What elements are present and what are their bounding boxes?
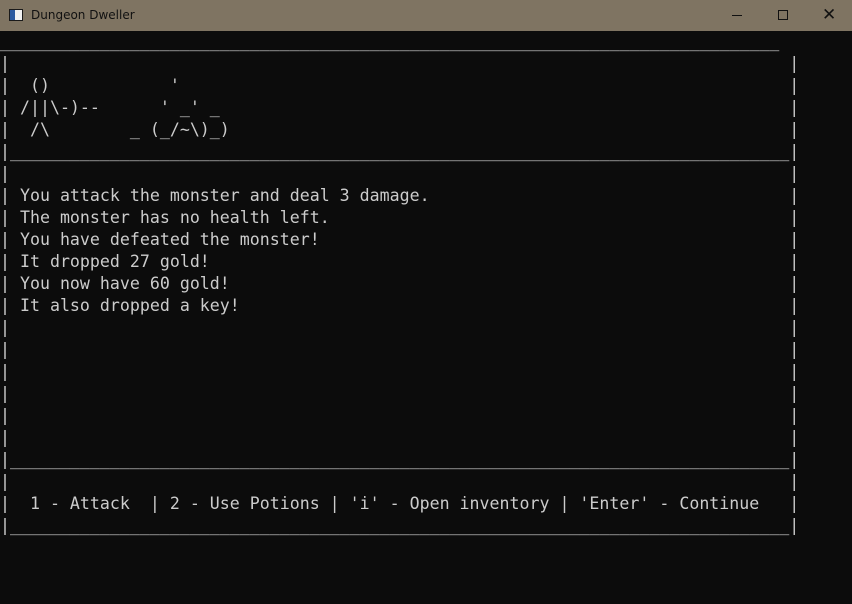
message-line: | You have defeated the monster! | bbox=[0, 230, 800, 249]
minimize-button[interactable] bbox=[714, 0, 760, 31]
message-line: | It dropped 27 gold! | bbox=[0, 252, 800, 271]
message-line: | | bbox=[0, 428, 800, 447]
console-area[interactable]: ________________________________________… bbox=[0, 31, 852, 604]
menu-line: | | bbox=[0, 472, 800, 491]
close-icon: ✕ bbox=[822, 5, 837, 25]
message-line: | | bbox=[0, 384, 800, 403]
art-line: | () ' | bbox=[0, 76, 800, 95]
message-line: | | bbox=[0, 164, 800, 183]
message-line: | The monster has no health left. | bbox=[0, 208, 800, 227]
bottom-border: |_______________________________________… bbox=[0, 516, 800, 535]
art-line: | /||\-)-- ' _' _ | bbox=[0, 98, 800, 117]
message-line: | | bbox=[0, 406, 800, 425]
art-line: | | bbox=[0, 54, 800, 73]
message-line: | You now have 60 gold! | bbox=[0, 274, 800, 293]
message-divider: |_______________________________________… bbox=[0, 450, 800, 469]
art-line: | /\ _ (_/~\)_) | bbox=[0, 120, 800, 139]
title-bar[interactable]: Dungeon Dweller ✕ bbox=[0, 0, 852, 31]
message-line: | It also dropped a key! | bbox=[0, 296, 800, 315]
minimize-icon bbox=[732, 15, 742, 16]
maximize-button[interactable] bbox=[760, 0, 806, 31]
window-title: Dungeon Dweller bbox=[31, 8, 135, 22]
command-menu: | 1 - Attack | 2 - Use Potions | 'i' - O… bbox=[0, 494, 800, 513]
console-window-icon bbox=[9, 9, 23, 21]
maximize-icon bbox=[778, 10, 788, 20]
message-line: | | bbox=[0, 362, 800, 381]
art-divider: |_______________________________________… bbox=[0, 142, 800, 161]
message-line: | | bbox=[0, 340, 800, 359]
top-border: ________________________________________… bbox=[0, 32, 780, 51]
close-button[interactable]: ✕ bbox=[806, 0, 852, 31]
console-output: ________________________________________… bbox=[0, 31, 799, 537]
message-line: | You attack the monster and deal 3 dama… bbox=[0, 186, 800, 205]
message-line: | | bbox=[0, 318, 800, 337]
